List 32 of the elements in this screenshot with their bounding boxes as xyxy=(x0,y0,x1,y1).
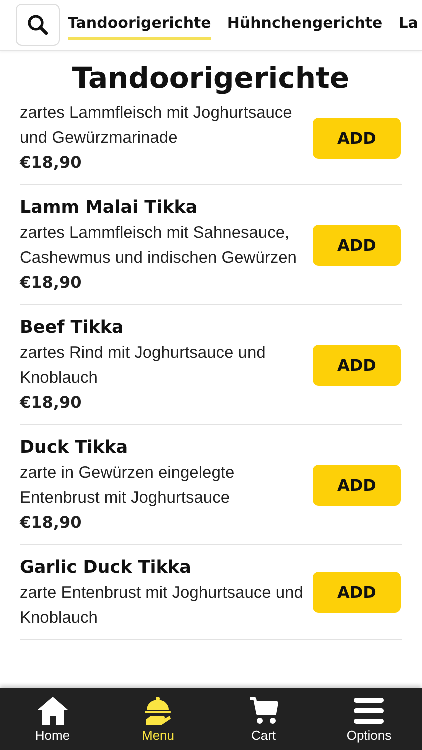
search-button[interactable] xyxy=(16,4,60,46)
category-tab[interactable]: Hühnchengerichte xyxy=(227,10,383,40)
add-button[interactable]: ADD xyxy=(313,572,401,613)
section-title: Tandoorigerichte xyxy=(71,60,351,97)
dish-description: zarte in Gewürzen eingelegte Entenbrust mit Joghurtsauce xyxy=(20,463,236,508)
dish-description: zarte Entenbrust mit Joghurtsauce und Knoblauch xyxy=(20,583,304,628)
home-icon xyxy=(36,696,69,726)
add-button[interactable]: ADD xyxy=(313,118,401,158)
dish-name: Beef Tikka xyxy=(20,317,125,340)
dish-name: Duck Tikka xyxy=(20,437,130,460)
nav-item[interactable]: Menu xyxy=(113,696,204,742)
menu-icon xyxy=(353,696,386,726)
add-button[interactable]: ADD xyxy=(313,224,401,266)
category-tab[interactable]: Tandoorigerichte xyxy=(68,10,212,40)
dish-price: €18,90 xyxy=(20,512,83,534)
nav-item[interactable]: Options xyxy=(324,696,414,742)
nav-item[interactable]: Home xyxy=(8,696,98,742)
dish-price: €18,90 xyxy=(20,392,83,414)
dish-description: zartes Lammfleisch mit Sahnesauce, Cashewmus und indischen Gewürzen xyxy=(20,223,298,268)
add-button[interactable]: ADD xyxy=(313,464,401,506)
dish-name: Garlic Duck Tikka xyxy=(20,557,192,580)
dish-description: zartes Lammfleisch mit Joghurtsauce und Gewürzmarinade xyxy=(20,103,294,148)
dish-price: €18,90 xyxy=(20,152,83,174)
search-icon xyxy=(27,14,49,36)
nav-item[interactable]: Cart xyxy=(218,696,309,742)
dish-price: €18,90 xyxy=(20,272,83,294)
cart-icon xyxy=(248,696,279,726)
dish-name: Lamm Malai Tikka xyxy=(20,197,199,220)
category-tab[interactable]: La xyxy=(398,10,418,40)
add-button[interactable]: ADD xyxy=(313,344,401,386)
cloche-icon xyxy=(143,696,174,726)
dish-description: zartes Rind mit Joghurtsauce und Knoblauch xyxy=(20,343,267,388)
